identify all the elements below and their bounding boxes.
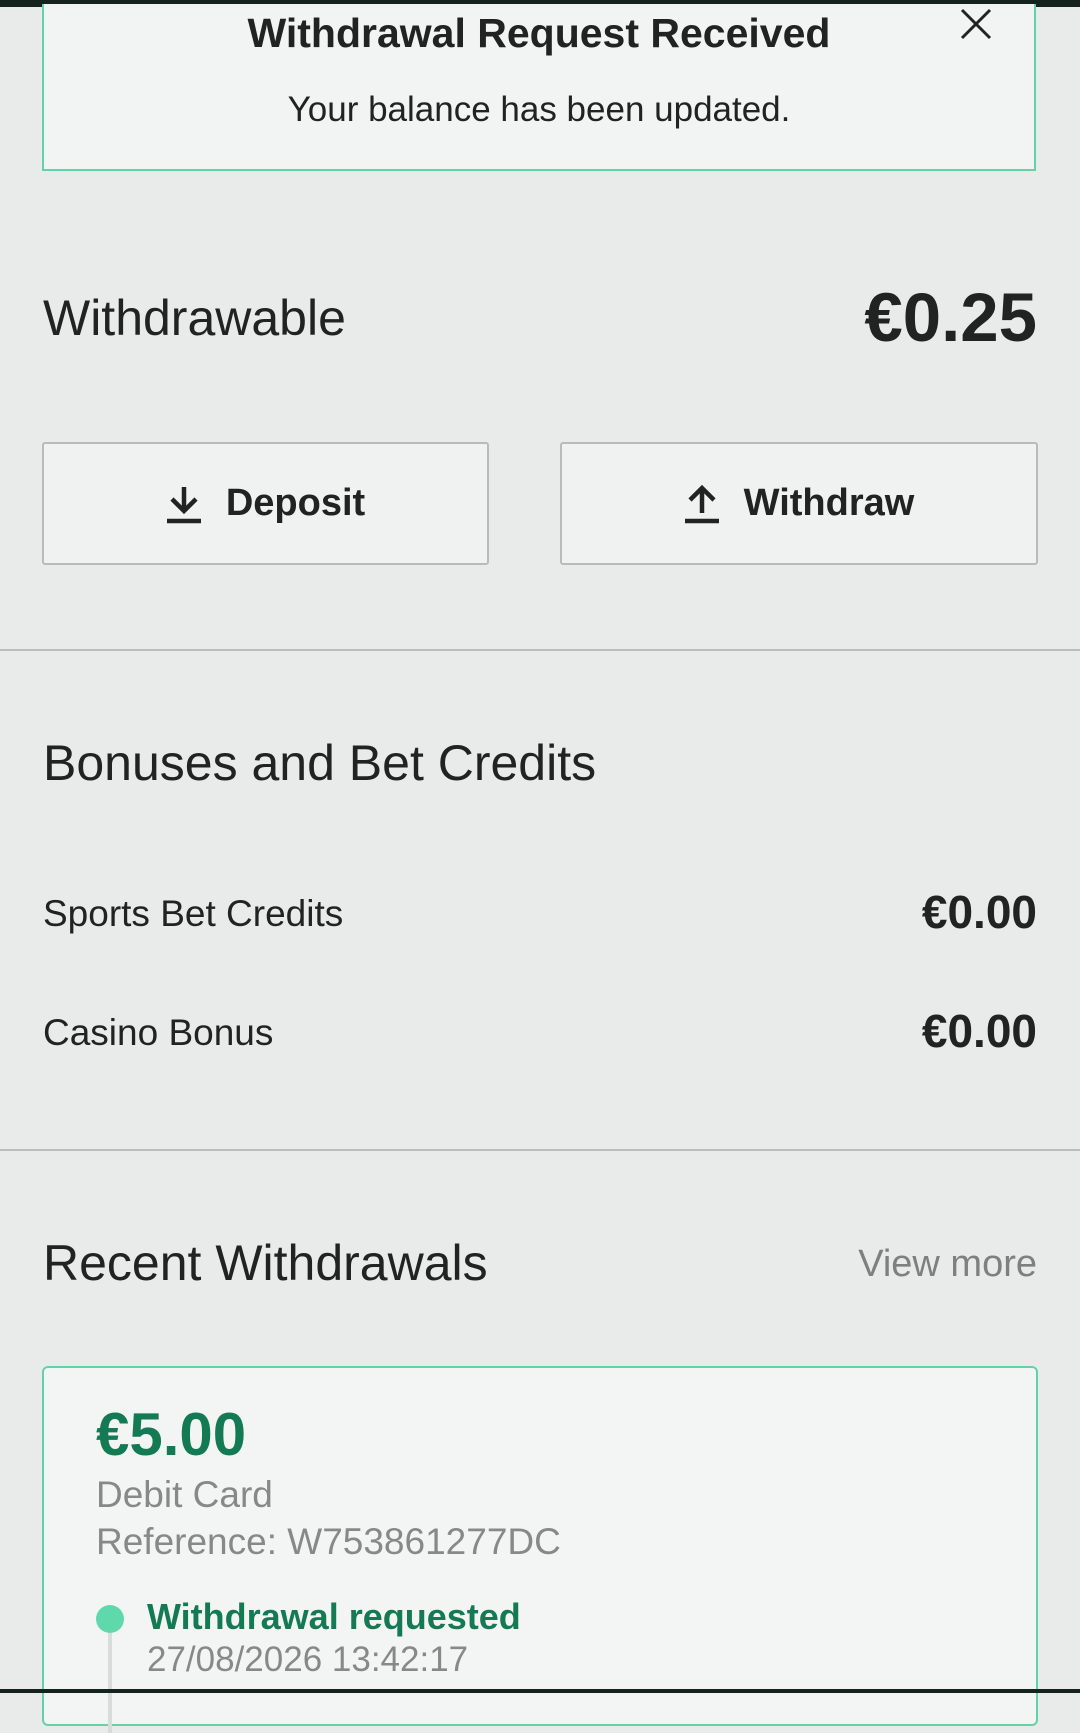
deposit-button[interactable]: Deposit — [42, 442, 489, 565]
casino-bonus-value: €0.00 — [921, 1005, 1037, 1057]
withdrawal-notice: Withdrawal Request Received Your balance… — [42, 4, 1036, 171]
withdrawal-card[interactable]: €5.00 Debit Card Reference: W753861277DC… — [42, 1366, 1038, 1733]
sports-bet-credits-value: €0.00 — [921, 886, 1037, 938]
withdrawal-timestamp: 27/08/2026 13:42:17 — [147, 1640, 469, 1679]
withdraw-button[interactable]: Withdraw — [560, 442, 1038, 565]
withdrawable-label: Withdrawable — [43, 290, 346, 346]
bonus-row: Sports Bet Credits €0.00 — [43, 886, 1037, 942]
download-icon — [166, 484, 202, 524]
recent-withdrawals-header: Recent Withdrawals View more — [43, 1233, 1037, 1295]
view-more-link[interactable]: View more — [858, 1239, 1037, 1289]
withdrawal-reference: Reference: W753861277DC — [96, 1521, 561, 1562]
withdrawal-status: Withdrawal requested — [147, 1596, 521, 1637]
divider — [0, 649, 1080, 651]
withdrawal-method: Debit Card — [96, 1474, 273, 1515]
withdrawable-amount: €0.25 — [864, 279, 1037, 356]
sports-bet-credits-label: Sports Bet Credits — [43, 893, 344, 934]
bonus-row: Casino Bonus €0.00 — [43, 1005, 1037, 1061]
timeline-connector — [108, 1633, 112, 1733]
notice-message: Your balance has been updated. — [287, 90, 791, 129]
bonuses-title: Bonuses and Bet Credits — [43, 735, 597, 791]
bonuses-section: Bonuses and Bet Credits — [43, 733, 1037, 793]
notice-title: Withdrawal Request Received — [247, 10, 831, 56]
withdraw-label: Withdraw — [743, 482, 915, 524]
withdrawal-amount: €5.00 — [96, 1401, 247, 1468]
casino-bonus-label: Casino Bonus — [43, 1012, 274, 1053]
bottom-bar — [0, 1689, 1080, 1693]
upload-icon — [684, 484, 720, 524]
divider — [0, 1149, 1080, 1151]
deposit-label: Deposit — [225, 482, 366, 524]
withdrawable-row: Withdrawable €0.25 — [43, 282, 1037, 358]
timeline-dot — [96, 1605, 124, 1633]
close-icon[interactable] — [958, 6, 994, 42]
